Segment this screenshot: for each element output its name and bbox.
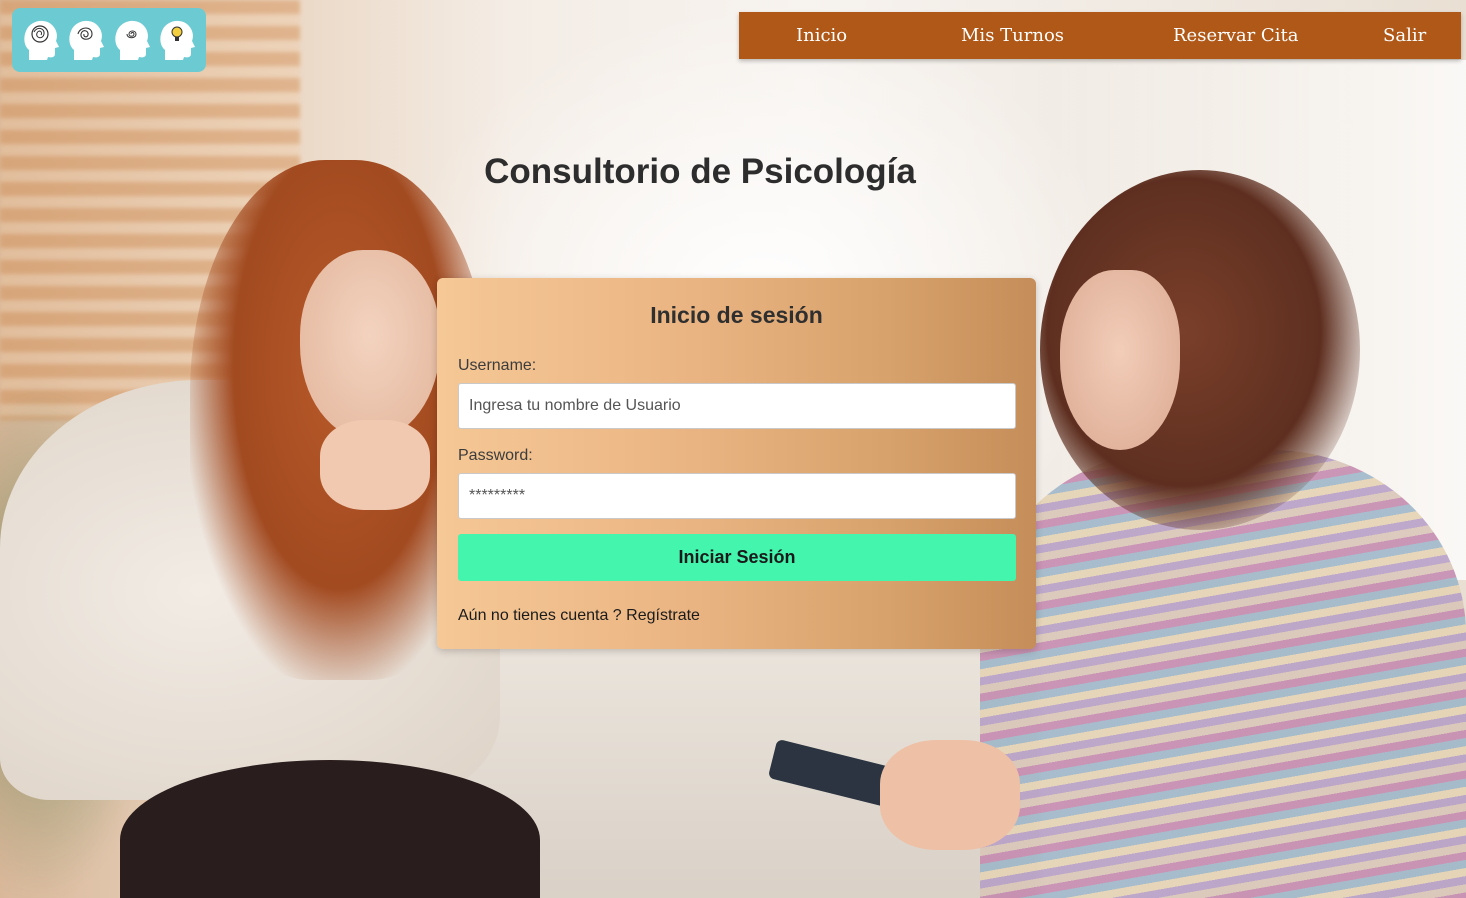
username-input[interactable] [458, 383, 1016, 429]
site-logo[interactable] [12, 8, 206, 72]
therapist-hands [880, 740, 1020, 850]
page-title: Consultorio de Psicología [484, 152, 916, 191]
nav-inicio[interactable]: Inicio [796, 12, 847, 59]
top-nav: Inicio Mis Turnos Reservar Cita Salir [739, 12, 1461, 59]
signup-row: Aún no tienes cuenta ? Regístrate [458, 607, 700, 625]
login-button[interactable]: Iniciar Sesión [458, 534, 1016, 581]
nav-reservar-cita[interactable]: Reservar Cita [1173, 12, 1298, 59]
head-lightbulb-icon [160, 20, 196, 60]
nav-mis-turnos[interactable]: Mis Turnos [961, 12, 1064, 59]
patient-face [300, 250, 440, 440]
signup-link[interactable]: Regístrate [626, 607, 700, 624]
password-label: Password: [458, 447, 533, 464]
login-title: Inicio de sesión [650, 302, 823, 328]
username-label: Username: [458, 357, 537, 374]
password-input[interactable] [458, 473, 1016, 519]
head-spiral-icon [115, 20, 150, 60]
login-card: Inicio de sesión Username: Password: Ini… [437, 278, 1036, 649]
nav-salir[interactable]: Salir [1383, 12, 1426, 59]
head-scribble-icon [24, 20, 59, 60]
patient-hand [320, 420, 430, 510]
signup-prompt: Aún no tienes cuenta ? [458, 607, 622, 624]
head-tangle-icon [69, 20, 105, 60]
therapist-face [1060, 270, 1180, 450]
